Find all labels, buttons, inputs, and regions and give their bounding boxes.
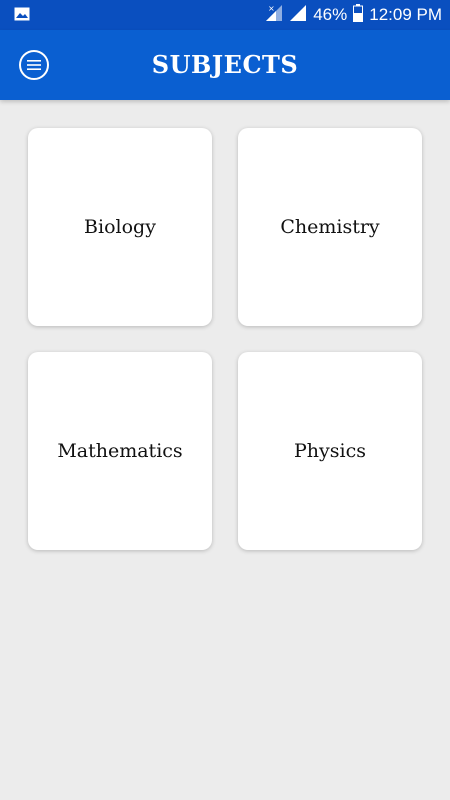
image-icon	[14, 7, 30, 21]
status-icons: × 46% 12:09 PM	[265, 0, 442, 30]
subject-label: Mathematics	[57, 440, 183, 462]
clock-time: 12:09 PM	[369, 5, 442, 24]
page-title: SUBJECTS	[151, 50, 299, 79]
battery-percent: 46%	[313, 5, 348, 24]
subject-label: Chemistry	[280, 216, 380, 238]
subject-label: Biology	[84, 216, 156, 238]
subject-card-physics[interactable]: Physics	[238, 352, 422, 550]
svg-text:×: ×	[268, 4, 275, 13]
signal-no-data-icon: ×	[265, 4, 283, 27]
signal-icon	[289, 4, 307, 27]
subject-label: Physics	[294, 440, 366, 462]
subject-card-biology[interactable]: Biology	[28, 128, 212, 326]
status-bar: × 46% 12:09 PM	[0, 0, 450, 30]
battery-icon	[353, 3, 364, 27]
subjects-grid: Biology Chemistry Mathematics Physics	[28, 128, 422, 550]
subject-card-chemistry[interactable]: Chemistry	[238, 128, 422, 326]
app-bar: SUBJECTS	[0, 30, 450, 100]
subject-card-mathematics[interactable]: Mathematics	[28, 352, 212, 550]
